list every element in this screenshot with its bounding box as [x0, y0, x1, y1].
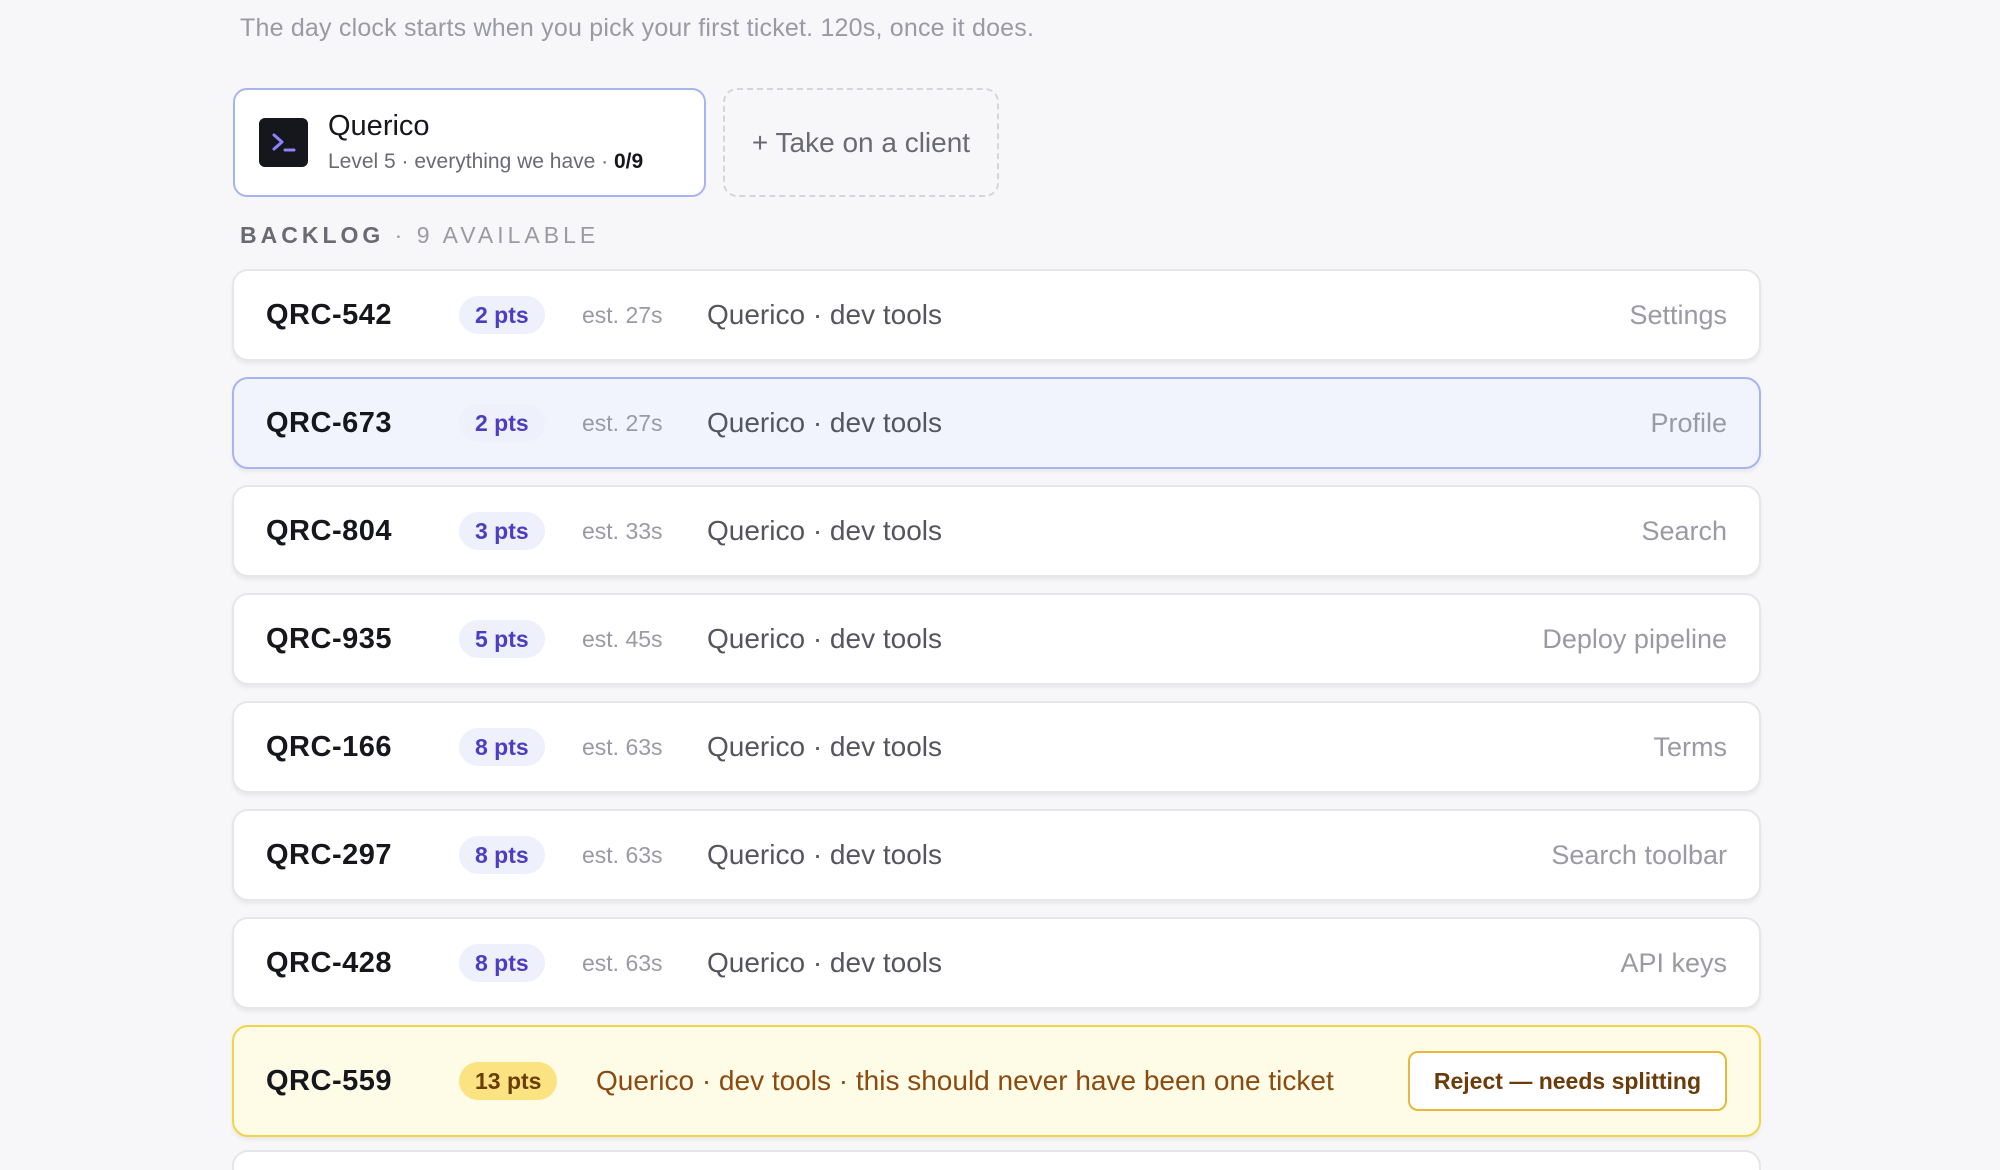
take-on-client-button[interactable]: + Take on a client: [723, 88, 999, 197]
ticket-description: Querico · dev tools: [707, 731, 942, 762]
ticket-area: Search: [1641, 516, 1727, 546]
points-badge: 13 pts: [459, 1062, 558, 1100]
ticket-description: Querico · dev tools: [707, 623, 942, 654]
ticket-estimate: est. 27s: [582, 302, 663, 328]
ticket-id: QRC-428: [266, 947, 392, 979]
client-card-querico[interactable]: Querico Level 5 · everything we have · 0…: [233, 88, 706, 197]
client-meta: Level 5 · everything we have · 0/9: [328, 147, 643, 177]
terminal-icon: [259, 118, 308, 167]
ticket-id: QRC-297: [266, 839, 392, 871]
backlog-count: 9 AVAILABLE: [416, 222, 600, 248]
ticket-area: Profile: [1650, 408, 1727, 438]
reject-needs-splitting-button[interactable]: Reject — needs splitting: [1407, 1051, 1727, 1111]
client-info: Querico Level 5 · everything we have · 0…: [328, 109, 643, 177]
ticket-description: Querico · dev tools · this should never …: [596, 1065, 1334, 1096]
ticket-estimate: est. 63s: [582, 734, 663, 760]
points-badge: 3 pts: [459, 512, 545, 550]
ticket-description: Querico · dev tools: [707, 407, 942, 438]
ticket-row[interactable]: QRC-935 5 pts est. 45s Querico · dev too…: [232, 593, 1761, 685]
ticket-area: Settings: [1629, 300, 1727, 330]
ticket-description: Querico · dev tools: [707, 839, 942, 870]
ticket-id: QRC-804: [266, 515, 392, 547]
ticket-id: QRC-673: [266, 407, 392, 439]
ticket-estimate: est. 63s: [582, 842, 663, 868]
ticket-row[interactable]: QRC-804 3 pts est. 33s Querico · dev too…: [232, 485, 1761, 577]
ticket-area: Deploy pipeline: [1542, 624, 1727, 654]
backlog-label: BACKLOG: [240, 222, 385, 248]
ticket-area: Search toolbar: [1551, 840, 1727, 870]
ticket-estimate: est. 27s: [582, 410, 663, 436]
points-badge: 8 pts: [459, 836, 545, 874]
ticket-id: QRC-559: [266, 1065, 392, 1097]
points-badge: 2 pts: [459, 404, 545, 442]
ticket-row[interactable]: QRC-542 2 pts est. 27s Querico · dev too…: [232, 269, 1761, 361]
ticket-row-oversized[interactable]: QRC-559 13 pts Querico · dev tools · thi…: [232, 1025, 1761, 1137]
client-level-text: Level 5 · everything we have ·: [328, 149, 614, 173]
ticket-id: QRC-542: [266, 299, 392, 331]
ticket-id: QRC-935: [266, 623, 392, 655]
ticket-row[interactable]: QRC-297 8 pts est. 63s Querico · dev too…: [232, 809, 1761, 901]
ticket-row[interactable]: QRC-166 8 pts est. 63s Querico · dev too…: [232, 701, 1761, 793]
ticket-row-partial[interactable]: [232, 1150, 1761, 1170]
ticket-estimate: est. 45s: [582, 626, 663, 652]
points-badge: 8 pts: [459, 944, 545, 982]
ticket-estimate: est. 33s: [582, 518, 663, 544]
client-row: Querico Level 5 · everything we have · 0…: [233, 88, 999, 197]
backlog-heading: BACKLOG · 9 AVAILABLE: [240, 222, 599, 249]
backlog-separator: ·: [384, 222, 417, 248]
ticket-area: API keys: [1620, 948, 1727, 978]
ticket-estimate: est. 63s: [582, 950, 663, 976]
client-name: Querico: [328, 109, 430, 142]
ticket-row-selected[interactable]: QRC-673 2 pts est. 27s Querico · dev too…: [232, 377, 1761, 469]
ticket-row[interactable]: QRC-428 8 pts est. 63s Querico · dev too…: [232, 917, 1761, 1009]
points-badge: 2 pts: [459, 296, 545, 334]
ticket-description: Querico · dev tools: [707, 515, 942, 546]
ticket-id: QRC-166: [266, 731, 392, 763]
client-progress: 0/9: [613, 149, 644, 173]
day-clock-hint: The day clock starts when you pick your …: [240, 14, 1035, 42]
points-badge: 8 pts: [459, 728, 545, 766]
ticket-description: Querico · dev tools: [707, 947, 942, 978]
ticket-area: Terms: [1653, 732, 1728, 762]
points-badge: 5 pts: [459, 620, 545, 658]
ticket-description: Querico · dev tools: [707, 299, 942, 330]
